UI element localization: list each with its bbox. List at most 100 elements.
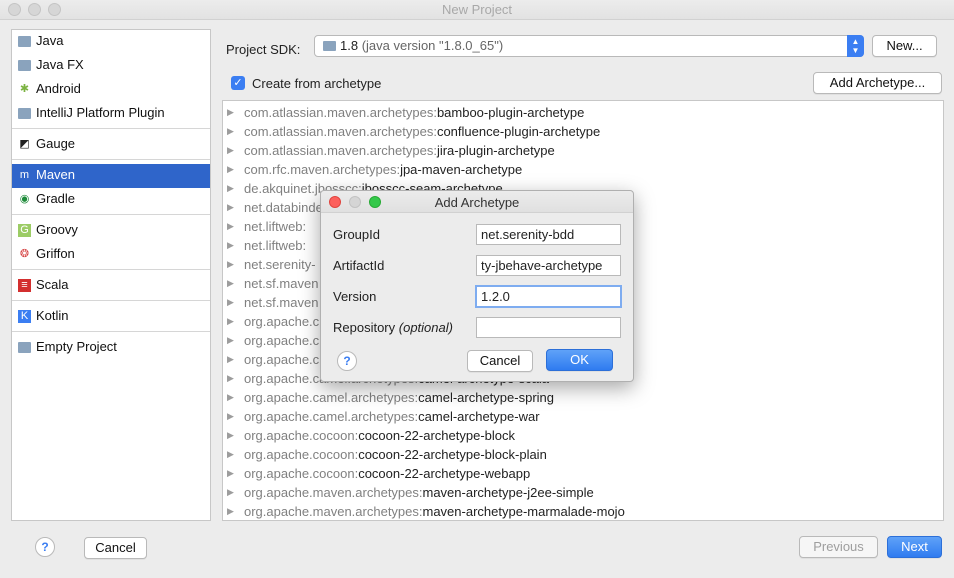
expand-arrow-icon[interactable]: ▶ [227, 179, 234, 198]
expand-arrow-icon[interactable]: ▶ [227, 198, 234, 217]
archetype-text: org.apache.cocoon:cocoon-22-archetype-bl… [244, 426, 515, 445]
archetype-group-id: org.apache.camel.archetypes: [244, 409, 419, 424]
project-type-gradle[interactable]: ◉ Gradle [12, 188, 210, 212]
expand-arrow-icon[interactable]: ▶ [227, 255, 234, 274]
folder-icon [18, 342, 31, 353]
archetype-row[interactable]: ▶ org.apache.maven.archetypes:maven-arche… [223, 483, 943, 502]
project-type-java-fx[interactable]: Java FX [12, 54, 210, 78]
dialog-title-bar: Add Archetype [321, 191, 633, 213]
dialog-ok-button[interactable]: OK [546, 349, 613, 371]
project-type-kotlin[interactable]: K Kotlin [12, 305, 210, 329]
project-type-label: Android [36, 81, 81, 96]
expand-arrow-icon[interactable]: ▶ [227, 103, 234, 122]
kotlin-icon: K [18, 310, 31, 323]
cancel-button[interactable]: Cancel [84, 537, 147, 559]
expand-arrow-icon[interactable]: ▶ [227, 141, 234, 160]
expand-arrow-icon[interactable]: ▶ [227, 350, 234, 369]
archetype-text: org.apache.camel.archetypes:camel-archet… [244, 388, 554, 407]
expand-arrow-icon[interactable]: ▶ [227, 331, 234, 350]
project-sdk-select[interactable]: 1.8 (java version "1.8.0_65") ▲ ▼ [314, 35, 864, 57]
archetype-group-id: org.apache.c [244, 352, 320, 367]
project-type-scala[interactable]: ≡ Scala [12, 274, 210, 298]
group-id-input[interactable]: net.serenity-bdd [476, 224, 621, 245]
archetype-row[interactable]: ▶ org.apache.camel.archetypes:camel-arche… [223, 407, 943, 426]
archetype-row[interactable]: ▶ org.apache.maven.archetypes:maven-arche… [223, 502, 943, 520]
archetype-group-id: org.apache.cocoon: [244, 466, 359, 481]
expand-arrow-icon[interactable]: ▶ [227, 502, 234, 520]
archetype-artifact-id: bamboo-plugin-archetype [436, 105, 585, 120]
archetype-group-id: com.atlassian.maven.archetypes: [244, 143, 437, 158]
project-type-java[interactable]: Java [12, 30, 210, 54]
sdk-folder-icon [323, 41, 336, 51]
archetype-group-id: org.apache.cocoon: [244, 428, 359, 443]
expand-arrow-icon[interactable]: ▶ [227, 160, 234, 179]
archetype-group-id: net.databinder: [244, 200, 331, 215]
help-button[interactable]: ? [35, 537, 55, 557]
next-button[interactable]: Next [887, 536, 942, 558]
project-type-empty-project[interactable]: Empty Project [12, 336, 210, 360]
new-sdk-button[interactable]: New... [872, 35, 937, 57]
archetype-row[interactable]: ▶ com.atlassian.maven.archetypes:confluen… [223, 122, 943, 141]
expand-arrow-icon[interactable]: ▶ [227, 274, 234, 293]
archetype-artifact-id: cocoon-22-archetype-webapp [358, 466, 531, 481]
project-type-gauge[interactable]: ◩ Gauge [12, 133, 210, 157]
archetype-artifact-id: cocoon-22-archetype-block-plain [358, 447, 547, 462]
artifact-id-input[interactable]: ty-jbehave-archetype [476, 255, 621, 276]
project-type-maven[interactable]: m Maven [12, 164, 210, 188]
expand-arrow-icon[interactable]: ▶ [227, 445, 234, 464]
archetype-row[interactable]: ▶ org.apache.cocoon:cocoon-22-archetype-b… [223, 445, 943, 464]
version-input[interactable]: 1.2.0 [475, 285, 622, 308]
dialog-title: Add Archetype [434, 195, 520, 210]
archetype-row[interactable]: ▶ org.apache.cocoon:cocoon-22-archetype-b… [223, 426, 943, 445]
previous-button[interactable]: Previous [799, 536, 878, 558]
expand-arrow-icon[interactable]: ▶ [227, 293, 234, 312]
archetype-text: org.apache.camel.archetypes:camel-archet… [244, 407, 540, 426]
expand-arrow-icon[interactable]: ▶ [227, 426, 234, 445]
add-archetype-button[interactable]: Add Archetype... [813, 72, 942, 94]
archetype-row[interactable]: ▶ com.atlassian.maven.archetypes:bamboo-p… [223, 103, 943, 122]
add-archetype-dialog: Add Archetype GroupId net.serenity-bdd A… [320, 190, 634, 382]
griffon-icon: ❂ [19, 248, 30, 260]
project-type-android[interactable]: ✱ Android [12, 78, 210, 102]
expand-arrow-icon[interactable]: ▶ [227, 122, 234, 141]
archetype-group-id: org.apache.maven.archetypes: [244, 485, 423, 500]
project-type-list: Java Java FX ✱ Android IntelliJ Platform Plu… [11, 29, 211, 521]
archetype-row[interactable]: ▶ org.apache.cocoon:cocoon-22-archetype-w… [223, 464, 943, 483]
archetype-row[interactable]: ▶ com.atlassian.maven.archetypes:jira-plu… [223, 141, 943, 160]
expand-arrow-icon[interactable]: ▶ [227, 464, 234, 483]
archetype-text: com.atlassian.maven.archetypes:bamboo-pl… [244, 103, 584, 122]
list-separator [12, 331, 210, 332]
archetype-group-id: org.apache.c [244, 333, 320, 348]
expand-arrow-icon[interactable]: ▶ [227, 236, 234, 255]
archetype-row[interactable]: ▶ org.apache.camel.archetypes:camel-arche… [223, 388, 943, 407]
expand-arrow-icon[interactable]: ▶ [227, 217, 234, 236]
archetype-row[interactable]: ▶ com.rfc.maven.archetypes:jpa-maven-arch… [223, 160, 943, 179]
expand-arrow-icon[interactable]: ▶ [227, 388, 234, 407]
archetype-text: net.sf.maven [244, 274, 318, 293]
archetype-artifact-id: confluence-plugin-archetype [436, 124, 601, 139]
project-type-label: Maven [36, 167, 76, 182]
scala-icon: ≡ [18, 279, 31, 292]
archetype-text: com.atlassian.maven.archetypes:jira-plug… [244, 141, 555, 160]
dialog-help-button[interactable]: ? [337, 351, 357, 371]
create-from-archetype-checkbox[interactable]: ✓ [231, 76, 245, 90]
expand-arrow-icon[interactable]: ▶ [227, 369, 234, 388]
expand-arrow-icon[interactable]: ▶ [227, 483, 234, 502]
project-type-intellij-platform-plugin[interactable]: IntelliJ Platform Plugin [12, 102, 210, 126]
project-type-label: Gradle [36, 191, 76, 206]
expand-arrow-icon[interactable]: ▶ [227, 407, 234, 426]
archetype-text: net.liftweb: [244, 236, 306, 255]
repository-input[interactable] [476, 317, 621, 338]
select-arrows-icon[interactable]: ▲ ▼ [847, 35, 864, 57]
gradle-icon: ◉ [19, 193, 30, 205]
project-type-groovy[interactable]: G Groovy [12, 219, 210, 243]
dialog-cancel-button[interactable]: Cancel [467, 350, 533, 372]
project-type-label: Scala [36, 277, 69, 292]
repository-label: Repository (optional) [333, 320, 453, 335]
archetype-text: com.atlassian.maven.archetypes:confluenc… [244, 122, 600, 141]
folder-icon [18, 36, 31, 47]
archetype-group-id: net.sf.maven [244, 276, 319, 291]
expand-arrow-icon[interactable]: ▶ [227, 312, 234, 331]
list-separator [12, 214, 210, 215]
project-type-griffon[interactable]: ❂ Griffon [12, 243, 210, 267]
